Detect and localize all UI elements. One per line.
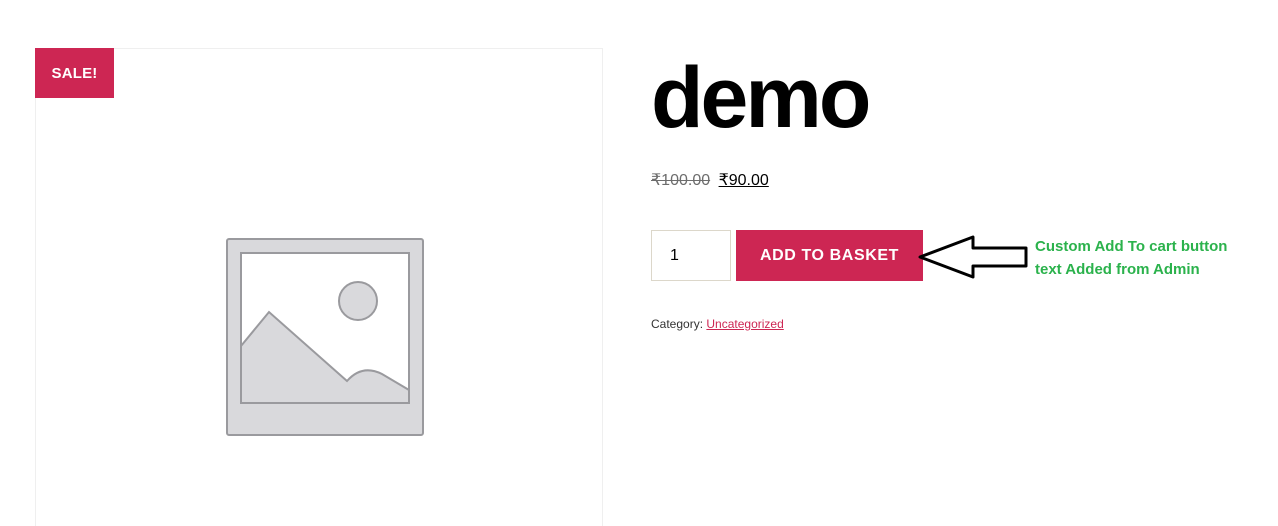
regular-price: ₹100.00 (651, 172, 711, 189)
image-placeholder-icon (226, 238, 424, 436)
sale-badge: SALE! (35, 48, 114, 98)
annotation-line-1: Custom Add To cart button (1035, 238, 1228, 255)
product-price: ₹100.00 ₹90.00 (651, 170, 769, 190)
annotation-line-2: text Added from Admin (1035, 261, 1200, 278)
product-title: demo (651, 50, 871, 146)
annotation-note: Custom Add To cart button text Added fro… (1035, 235, 1275, 281)
add-to-basket-button[interactable]: ADD TO BASKET (736, 230, 923, 281)
sale-price: ₹90.00 (718, 172, 769, 189)
quantity-input[interactable] (651, 230, 731, 281)
product-category: Category: Uncategorized (651, 317, 784, 331)
product-page: SALE! demo ₹100.00 ₹90.00 ADD TO BASKET … (0, 0, 1278, 526)
category-label: Category: (651, 317, 704, 331)
product-gallery[interactable] (35, 48, 603, 526)
category-link[interactable]: Uncategorized (706, 317, 783, 331)
left-arrow-icon (918, 235, 1028, 279)
